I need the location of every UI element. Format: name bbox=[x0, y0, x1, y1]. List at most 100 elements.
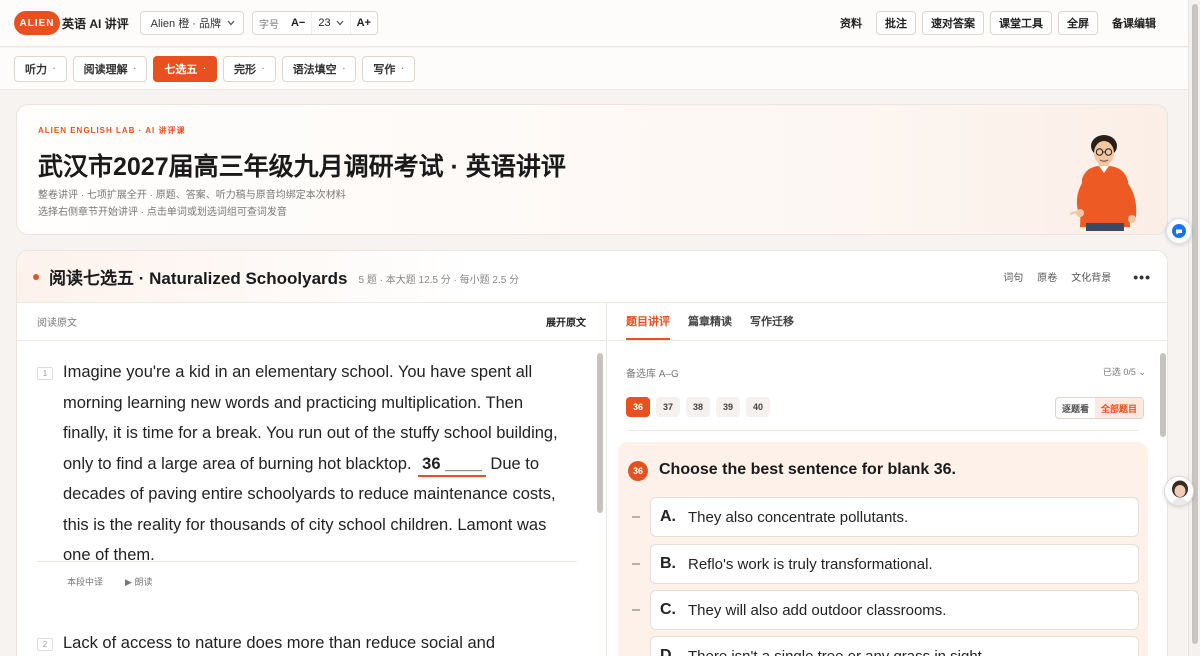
tab-label: 完形 bbox=[234, 63, 257, 76]
page-title: 武汉市2027届高三年级九月调研考试 · 英语讲评 bbox=[38, 153, 566, 181]
materials-button[interactable]: 资料 bbox=[832, 11, 870, 35]
paragraph-1: 1 Imagine you're a kid in an elementary … bbox=[37, 357, 577, 588]
tab-close-reading[interactable]: 篇章精读 bbox=[688, 303, 732, 340]
tab-dot: · bbox=[53, 64, 56, 73]
paragraph-text[interactable]: Imagine you're a kid in an elementary sc… bbox=[63, 357, 573, 571]
lesson-edit-button[interactable]: 备课编辑 bbox=[1104, 11, 1164, 35]
chat-icon-glyph bbox=[1172, 224, 1186, 238]
tab-grammar-fill[interactable]: 语法填空 · bbox=[281, 55, 357, 82]
vocab-link[interactable]: 词句 bbox=[1003, 269, 1023, 284]
top-actions: 资料 批注 速对答案 课堂工具 全屏 备课编辑 bbox=[832, 11, 1164, 35]
option-text: Reflo's work is truly transformational. bbox=[688, 555, 933, 573]
question-number-button[interactable]: 40 bbox=[746, 397, 770, 417]
original-paper-link[interactable]: 原卷 bbox=[1037, 269, 1057, 284]
classroom-tools-button[interactable]: 课堂工具 bbox=[990, 11, 1052, 35]
app-logo[interactable]: ALIEN bbox=[14, 11, 60, 35]
tab-label: 语法填空 bbox=[292, 63, 337, 76]
tab-reading[interactable]: 阅读理解 · bbox=[72, 55, 148, 82]
chat-bubble-icon[interactable] bbox=[1166, 218, 1192, 244]
font-increase-button[interactable]: A+ bbox=[351, 17, 377, 29]
tab-label: 七选五 bbox=[164, 63, 198, 76]
tab-cloze[interactable]: 完形 · bbox=[223, 55, 276, 82]
font-size-value: 23 bbox=[318, 17, 331, 29]
option-letter: C. bbox=[660, 601, 676, 618]
translate-paragraph-button[interactable]: 本段中译 bbox=[67, 575, 103, 588]
chevron-down-icon: ⌄ bbox=[1138, 367, 1146, 377]
section-nav: 听力 · 阅读理解 · 七选五 · 完形 · 语法填空 · 写作 · bbox=[0, 48, 1188, 90]
reading-panel: 阅读七选五 · Naturalized Schoolyards 5 题 · 本大… bbox=[16, 250, 1168, 656]
tab-listening[interactable]: 听力 · bbox=[14, 55, 67, 82]
tab-dot: · bbox=[401, 64, 405, 73]
question-badge: 36 bbox=[628, 461, 648, 481]
option-letter: B. bbox=[660, 555, 676, 572]
lesson-hero: ALIEN ENGLISH LAB · AI 讲评课 武汉市2027届高三年级九… bbox=[16, 104, 1168, 235]
analysis-column: 题目讲评 篇章精读 写作迁移 备选库 A–G 已选 0/5 ⌄ 36 37 38… bbox=[608, 303, 1167, 656]
chevron-down-icon bbox=[336, 20, 344, 26]
passage-scrollbar[interactable] bbox=[597, 353, 603, 513]
option-letter: D. bbox=[660, 647, 676, 656]
tab-writing[interactable]: 写作 · bbox=[362, 55, 416, 82]
hero-eyebrow: ALIEN ENGLISH LAB · AI 讲评课 bbox=[38, 126, 186, 135]
annotate-button[interactable]: 批注 bbox=[876, 11, 916, 35]
font-decrease-button[interactable]: A− bbox=[285, 17, 311, 29]
option-d[interactable]: D. There isn't a single tree or any gras… bbox=[650, 636, 1139, 656]
question-title: Choose the best sentence for blank 36. bbox=[659, 461, 956, 478]
culture-background-link[interactable]: 文化背景 bbox=[1071, 269, 1111, 284]
tab-question-review[interactable]: 题目讲评 bbox=[626, 303, 670, 340]
question-number-button[interactable]: 36 bbox=[626, 397, 650, 417]
option-a[interactable]: A. They also concentrate pollutants. bbox=[650, 497, 1139, 537]
question-number-button[interactable]: 38 bbox=[686, 397, 710, 417]
section-indicator-dot bbox=[33, 273, 39, 280]
selected-count[interactable]: 已选 0/5 ⌄ bbox=[1103, 365, 1146, 380]
tab-dot: · bbox=[133, 64, 137, 73]
more-options-icon[interactable]: ••• bbox=[1133, 269, 1151, 285]
selected-count-text: 已选 0/5 bbox=[1102, 367, 1136, 377]
option-marker bbox=[632, 516, 640, 518]
option-letter: A. bbox=[660, 508, 676, 525]
analysis-tabs: 题目讲评 篇章精读 写作迁移 bbox=[608, 303, 1167, 341]
tab-seven-choose-five[interactable]: 七选五 · bbox=[153, 55, 218, 82]
analysis-scrollbar[interactable] bbox=[1160, 353, 1166, 437]
font-size-select[interactable]: 23 bbox=[311, 12, 351, 34]
expand-passage-button[interactable]: 展开原文 bbox=[546, 314, 586, 329]
tab-label: 阅读理解 bbox=[83, 63, 128, 76]
blank-36[interactable]: 36 ____ bbox=[418, 453, 486, 477]
option-pool-row: 备选库 A–G 已选 0/5 ⌄ bbox=[626, 365, 1146, 380]
tab-writing-transfer[interactable]: 写作迁移 bbox=[750, 303, 794, 340]
paragraph-text[interactable]: Lack of access to nature does more than … bbox=[63, 628, 573, 656]
tab-label: 听力 bbox=[25, 63, 47, 76]
brand-theme-select[interactable]: Alien 橙 · 品牌 bbox=[139, 11, 244, 35]
option-c[interactable]: C. They will also add outdoor classrooms… bbox=[650, 590, 1139, 630]
question-number-button[interactable]: 39 bbox=[716, 397, 740, 417]
app-title: 英语 AI 讲评 bbox=[62, 16, 129, 31]
panel-meta: 5 题 · 本大题 12.5 分 · 每小题 2.5 分 bbox=[358, 275, 520, 286]
view-mode-toggle: 逐题看 全部题目 bbox=[1055, 397, 1145, 419]
paragraph-number: 1 bbox=[37, 367, 53, 380]
question-number-button[interactable]: 37 bbox=[656, 397, 680, 417]
hero-subtitle: 整卷讲评 · 七项扩展全开 · 原题、答案、听力稿与原音均绑定本次材料 bbox=[38, 190, 346, 201]
option-marker bbox=[632, 609, 640, 611]
view-one-by-one-button[interactable]: 逐题看 bbox=[1056, 398, 1095, 418]
quick-answers-button[interactable]: 速对答案 bbox=[922, 11, 984, 35]
paragraph-2: 2 Lack of access to nature does more tha… bbox=[37, 628, 577, 656]
option-text: There isn't a single tree or any grass i… bbox=[688, 647, 987, 656]
paragraph-number: 2 bbox=[37, 638, 53, 651]
option-marker bbox=[632, 563, 640, 565]
passage-header: 阅读原文 展开原文 bbox=[17, 303, 606, 341]
option-b[interactable]: B. Reflo's work is truly transformationa… bbox=[650, 544, 1139, 584]
paragraph-actions: 本段中译 ▶ 朗读 bbox=[67, 575, 577, 588]
passage-column: 阅读原文 展开原文 1 Imagine you're a kid in an e… bbox=[17, 303, 607, 656]
option-text: They will also add outdoor classrooms. bbox=[688, 601, 947, 619]
page-scrollbar[interactable] bbox=[1188, 0, 1200, 656]
question-card: 36 Choose the best sentence for blank 36… bbox=[618, 442, 1148, 656]
assistant-avatar-icon[interactable] bbox=[1164, 476, 1194, 506]
option-text: They also concentrate pollutants. bbox=[688, 508, 909, 526]
read-aloud-button[interactable]: ▶ 朗读 bbox=[125, 575, 152, 588]
paragraph-divider bbox=[37, 561, 577, 562]
view-all-button[interactable]: 全部题目 bbox=[1095, 398, 1144, 418]
page-scrollbar-thumb[interactable] bbox=[1192, 4, 1198, 644]
font-size-label: 字号 bbox=[258, 19, 279, 31]
tab-dot: · bbox=[203, 64, 207, 73]
tab-label: 写作 bbox=[373, 63, 396, 76]
fullscreen-button[interactable]: 全屏 bbox=[1058, 11, 1098, 35]
